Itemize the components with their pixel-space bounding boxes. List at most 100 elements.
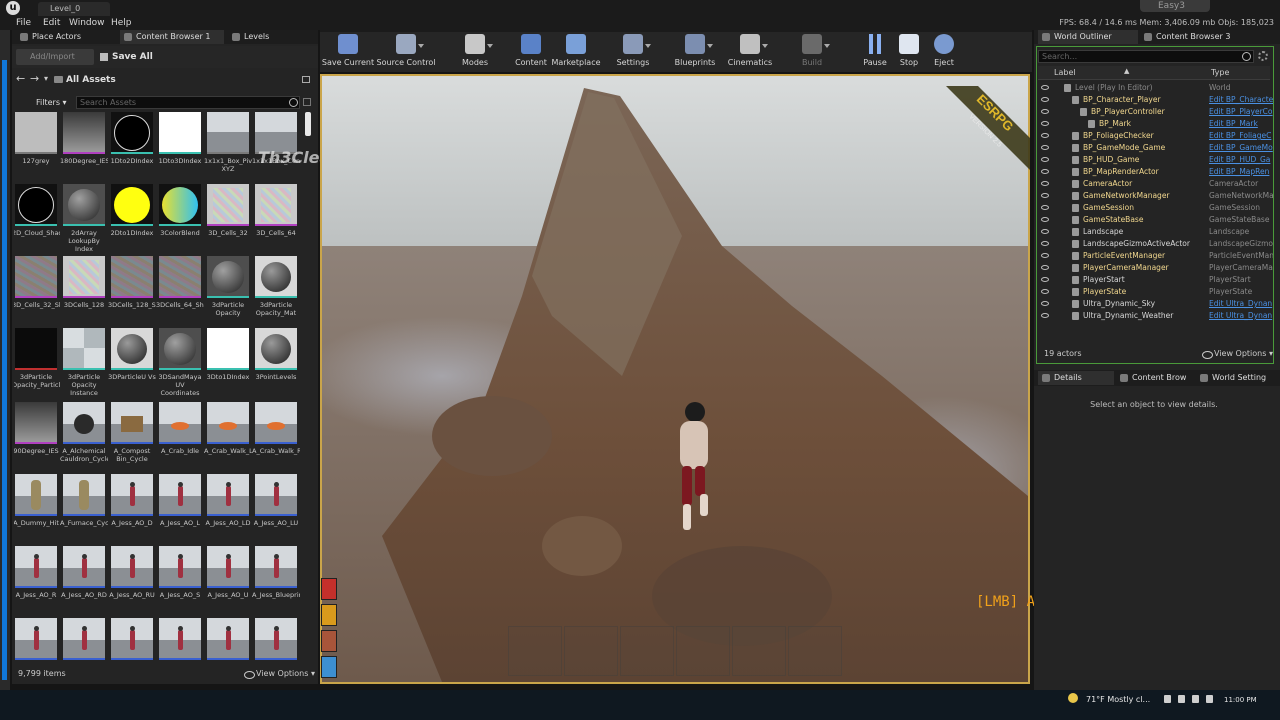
asset-tile[interactable]: A_Crab_Walk_R <box>252 402 300 455</box>
hotbar-slot[interactable] <box>508 626 562 676</box>
tab-content-browser[interactable]: Content Brow <box>1116 371 1196 385</box>
visibility-eye-icon[interactable] <box>1041 133 1049 138</box>
asset-tile[interactable]: 3dParticle Opacity_Particle <box>14 328 60 389</box>
visibility-eye-icon[interactable] <box>1041 217 1049 222</box>
search-icon[interactable] <box>289 98 298 107</box>
asset-tile[interactable]: 1Dto2DIndex <box>110 112 154 165</box>
back-arrow-icon[interactable]: ← <box>16 73 26 84</box>
outliner-row[interactable]: PlayerState PlayerState <box>1038 286 1272 298</box>
outliner-row[interactable]: Landscape Landscape <box>1038 226 1272 238</box>
asset-tile[interactable]: 3D_Cells_64 <box>254 184 298 237</box>
asset-tile[interactable]: 3DCells_128_Sheet <box>108 256 156 309</box>
tab-world-settings[interactable]: World Setting <box>1196 371 1280 385</box>
edit-blueprint-link[interactable]: Edit Ultra_Dynan <box>1209 310 1273 322</box>
forward-arrow-icon[interactable]: → <box>30 73 40 84</box>
asset-tile[interactable]: 3ColorBlend <box>158 184 202 237</box>
asset-tile[interactable]: A_Jess_AO_D <box>110 474 154 527</box>
tab-place-actors[interactable]: Place Actors <box>16 30 120 44</box>
outliner-view-options-button[interactable]: View Options ▾ <box>1202 347 1273 361</box>
asset-tile[interactable]: A_Alchemical Cauldron_Cycle <box>60 402 108 463</box>
asset-tile[interactable] <box>206 618 250 660</box>
edit-blueprint-link[interactable]: Edit BP_HUD_Ga <box>1209 154 1273 166</box>
visibility-eye-icon[interactable] <box>1041 109 1049 114</box>
save-current-button[interactable]: Save Current <box>318 34 378 67</box>
visibility-eye-icon[interactable] <box>1041 229 1049 234</box>
menu-window[interactable]: Window <box>69 16 105 30</box>
search-assets-input[interactable]: Search Assets <box>76 96 300 109</box>
asset-tile[interactable]: 3DCells_64_Sheet <box>156 256 204 309</box>
outliner-row[interactable]: PlayerStart PlayerStart <box>1038 274 1272 286</box>
outliner-row[interactable]: CameraActor CameraActor <box>1038 178 1272 190</box>
asset-tile[interactable]: A_Jess_AO_LU <box>254 474 298 527</box>
asset-tile[interactable]: 3DCells_128 <box>62 256 106 309</box>
dropdown-caret-icon[interactable] <box>645 44 651 48</box>
tab-content-browser-1[interactable]: Content Browser 1 <box>120 30 224 44</box>
marketplace-button[interactable]: Marketplace <box>546 34 606 67</box>
tab-world-outliner[interactable]: World Outliner <box>1038 30 1138 44</box>
breadcrumb[interactable]: All Assets <box>54 72 116 88</box>
edit-blueprint-link[interactable]: Edit BP_PlayerCo <box>1209 106 1273 118</box>
visibility-eye-icon[interactable] <box>1041 265 1049 270</box>
hotbar-slot[interactable] <box>676 626 730 676</box>
tab-levels[interactable]: Levels <box>228 30 308 44</box>
outliner-row[interactable]: BP_GameMode_Game Edit BP_GameMo <box>1038 142 1273 154</box>
visibility-eye-icon[interactable] <box>1041 157 1049 162</box>
outliner-row[interactable]: GameSession GameSession <box>1038 202 1272 214</box>
asset-tile[interactable]: 3D_Cells_32 <box>206 184 250 237</box>
asset-tile[interactable]: A_Jess_AO_R <box>14 546 58 599</box>
asset-tile[interactable]: A_Crab_Walk_L <box>204 402 252 455</box>
outliner-row[interactable]: BP_PlayerController Edit BP_PlayerCo <box>1038 106 1273 118</box>
clock[interactable]: 11:00 PM <box>1224 694 1257 706</box>
asset-tile[interactable] <box>110 618 154 660</box>
visibility-eye-icon[interactable] <box>1041 181 1049 186</box>
tab-details[interactable]: Details <box>1038 371 1114 385</box>
asset-tile[interactable]: 1x1x1_Box_Pivot_-XYZ <box>204 112 252 173</box>
asset-tile[interactable]: 3dParticle Opacity_Mat <box>254 256 298 317</box>
outliner-row[interactable]: GameNetworkManager GameNetworkMa <box>1038 190 1273 202</box>
asset-tile[interactable]: 3dParticle Opacity <box>206 256 250 317</box>
tab-content-browser-3[interactable]: Content Browser 3 <box>1140 30 1240 44</box>
game-viewport[interactable] <box>320 74 1030 684</box>
asset-tile[interactable]: A_Jess_AO_RU <box>109 546 155 599</box>
outliner-row[interactable]: Ultra_Dynamic_Weather Edit Ultra_Dynan <box>1038 310 1272 322</box>
outliner-row[interactable]: BP_Mark Edit BP_Mark <box>1038 118 1272 130</box>
edit-blueprint-link[interactable]: Edit Ultra_Dynan <box>1209 298 1273 310</box>
visibility-eye-icon[interactable] <box>1041 97 1049 102</box>
microphone-icon[interactable] <box>1178 695 1185 703</box>
asset-tile[interactable]: 3D_Cells_32_Sheet <box>14 256 60 309</box>
asset-tile[interactable] <box>62 618 106 660</box>
outliner-row[interactable]: Ultra_Dynamic_Sky Edit Ultra_Dynan <box>1038 298 1272 310</box>
visibility-eye-icon[interactable] <box>1041 313 1049 318</box>
source-toggle-icon[interactable] <box>303 98 311 106</box>
cinematics-button[interactable]: Cinematics <box>720 34 780 67</box>
column-label[interactable]: Label <box>1054 67 1076 79</box>
weather-moon-icon[interactable] <box>1068 693 1078 703</box>
dropdown-caret-icon[interactable] <box>487 44 493 48</box>
view-options-button[interactable]: View Options ▾ <box>244 667 315 681</box>
easy-tab[interactable]: Easy3 <box>1140 0 1210 12</box>
asset-tile[interactable]: 3dParticle Opacity Instance <box>62 328 106 397</box>
asset-tile[interactable]: 2D_Cloud_Shadows <box>14 184 60 237</box>
outliner-row[interactable]: LandscapeGizmoActiveActor LandscapeGizmo <box>1038 238 1273 250</box>
outliner-row[interactable]: GameStateBase GameStateBase <box>1038 214 1272 226</box>
dropdown-caret-icon[interactable] <box>824 44 830 48</box>
asset-tile[interactable]: A_Jess_AO_S <box>158 546 202 599</box>
asset-tile[interactable] <box>14 618 58 660</box>
eject-button[interactable]: Eject <box>914 34 974 67</box>
column-type[interactable]: Type <box>1211 67 1229 79</box>
outliner-row[interactable]: BP_HUD_Game Edit BP_HUD_Ga <box>1038 154 1272 166</box>
network-icon[interactable] <box>1192 695 1199 703</box>
visibility-eye-icon[interactable] <box>1041 85 1049 90</box>
visibility-eye-icon[interactable] <box>1041 145 1049 150</box>
filters-button[interactable]: Filters ▾ <box>30 96 67 110</box>
visibility-eye-icon[interactable] <box>1041 205 1049 210</box>
asset-tile[interactable]: 3Dto1DIndex <box>206 328 250 381</box>
asset-tile[interactable]: 3DParticleU Vs <box>108 328 156 381</box>
visibility-eye-icon[interactable] <box>1041 301 1049 306</box>
gear-icon[interactable] <box>1258 51 1268 61</box>
weather-status[interactable]: 71°F Mostly cl... <box>1086 694 1150 706</box>
asset-tile[interactable]: A_Jess_AO_L <box>158 474 202 527</box>
volume-icon[interactable] <box>1206 695 1213 703</box>
sort-arrow-icon[interactable]: ▲ <box>1124 67 1129 75</box>
edit-blueprint-link[interactable]: Edit BP_Mark <box>1209 118 1273 130</box>
